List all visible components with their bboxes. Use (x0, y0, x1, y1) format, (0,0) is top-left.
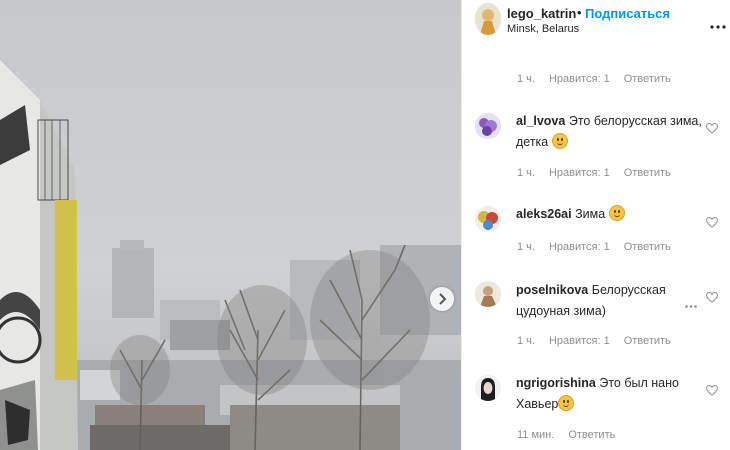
comment-body-line1: Это белорусская зима, (568, 114, 702, 128)
like-comment-button[interactable] (705, 215, 719, 233)
comment-likes[interactable]: Нравится: 1 (549, 73, 610, 85)
commenter-avatar[interactable] (475, 281, 501, 307)
separator-dot: • (577, 5, 582, 20)
comment-text: ngrigorishina Это был нано Хавьер (516, 373, 706, 415)
heart-icon (705, 384, 719, 396)
reply-button[interactable]: Ответить (624, 335, 671, 347)
commenter-avatar[interactable] (475, 375, 501, 401)
comment-meta: 11 мин. Ответить (517, 429, 629, 441)
reply-button[interactable]: Ответить (624, 167, 671, 179)
comment-text: poselnikova Белорусская цудоуная зима) (516, 280, 706, 322)
comment-meta: 1 ч. Нравится: 1 Ответить (517, 335, 685, 347)
like-comment-button[interactable] (705, 383, 719, 401)
smile-emoji-icon (551, 133, 568, 149)
commenter-username[interactable]: poselnikova (516, 283, 588, 297)
comment-time[interactable]: 1 ч. (517, 335, 535, 347)
comment-likes[interactable]: Нравится: 1 (549, 167, 610, 179)
heart-icon (705, 216, 719, 228)
comment-options-button[interactable] (685, 295, 697, 313)
commenter-avatar[interactable] (475, 113, 501, 139)
comment-time[interactable]: 1 ч. (517, 73, 535, 85)
commenter-username[interactable]: aleks26ai (516, 207, 572, 221)
next-photo-button[interactable] (430, 287, 454, 311)
comment-body-line2: цудоуная зима) (516, 304, 606, 318)
follow-button[interactable]: Подписаться (585, 6, 670, 21)
more-icon (710, 25, 726, 29)
post-photo[interactable] (0, 0, 461, 450)
snowy-city-photo (0, 0, 461, 450)
comment-body-line1: Это был нано (599, 376, 679, 390)
grin-emoji-icon (558, 395, 575, 411)
comment-meta: 1 ч. Нравится: 1 Ответить (517, 241, 685, 253)
author-username[interactable]: lego_katrin (507, 6, 576, 21)
comments-panel: lego_katrin • Подписаться Minsk, Belarus… (461, 0, 730, 450)
reply-button[interactable]: Ответить (568, 429, 615, 441)
author-avatar[interactable] (475, 3, 501, 35)
comment-time[interactable]: 1 ч. (517, 241, 535, 253)
more-icon (685, 305, 697, 308)
post-header: lego_katrin • Подписаться Minsk, Belarus (462, 0, 730, 50)
more-options-button[interactable] (710, 16, 726, 34)
reply-button[interactable]: Ответить (624, 241, 671, 253)
comment-body-line1: Белорусская (591, 283, 666, 297)
commenter-username[interactable]: ngrigorishina (516, 376, 596, 390)
commenter-avatar[interactable] (475, 206, 501, 232)
comment-body-line1: Зима (575, 207, 606, 221)
reply-button[interactable]: Ответить (624, 73, 671, 85)
like-comment-button[interactable] (705, 290, 719, 308)
comment-meta: 1 ч. Нравится: 1 Ответить (517, 73, 685, 85)
heart-icon (705, 122, 719, 134)
comment-text: aleks26ai Зима (516, 204, 706, 225)
comment-time[interactable]: 11 мин. (517, 429, 554, 441)
comment-likes[interactable]: Нравится: 1 (549, 335, 610, 347)
post-location[interactable]: Minsk, Belarus (507, 23, 579, 35)
like-comment-button[interactable] (705, 121, 719, 139)
heart-icon (705, 291, 719, 303)
chevron-right-icon (439, 293, 447, 305)
comment-text: al_lvova Это белорусская зима, детка (516, 111, 706, 153)
commenter-username[interactable]: al_lvova (516, 114, 565, 128)
comment-likes[interactable]: Нравится: 1 (549, 241, 610, 253)
comment-body-line2: Хавьер (516, 397, 559, 411)
comment-time[interactable]: 1 ч. (517, 167, 535, 179)
thinking-emoji-icon (608, 205, 625, 221)
comment-body-line2: детка (516, 135, 549, 149)
comment-meta: 1 ч. Нравится: 1 Ответить (517, 167, 685, 179)
